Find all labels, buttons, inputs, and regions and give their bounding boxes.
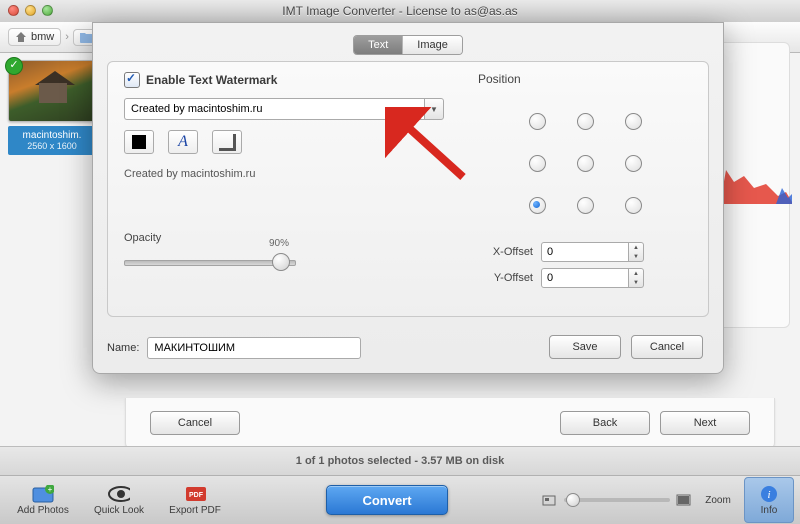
thumbnail-label: macintoshim. 2560 x 1600 bbox=[8, 126, 96, 155]
home-icon bbox=[15, 31, 27, 43]
thumbnail-filename: macintoshim. bbox=[8, 130, 96, 141]
y-offset-stepper[interactable]: ▲▼ bbox=[629, 268, 644, 288]
info-label: Info bbox=[761, 505, 778, 516]
position-middle-left[interactable] bbox=[529, 155, 546, 172]
add-photos-label: Add Photos bbox=[17, 505, 69, 516]
position-bottom-center[interactable] bbox=[577, 197, 594, 214]
thumbnail-dimensions: 2560 x 1600 bbox=[8, 141, 96, 151]
position-top-center[interactable] bbox=[577, 113, 594, 130]
export-pdf-label: Export PDF bbox=[169, 505, 221, 516]
status-bar: 1 of 1 photos selected - 3.57 MB on disk bbox=[0, 446, 800, 476]
info-icon: i bbox=[758, 485, 780, 503]
x-offset-input[interactable] bbox=[541, 242, 629, 262]
cancel-button[interactable]: Cancel bbox=[631, 335, 703, 359]
status-text: 1 of 1 photos selected - 3.57 MB on disk bbox=[296, 455, 504, 467]
zoom-control bbox=[542, 493, 692, 507]
enable-watermark-checkbox[interactable] bbox=[124, 72, 140, 88]
y-offset-label: Y-Offset bbox=[478, 272, 533, 284]
export-pdf-button[interactable]: PDF Export PDF bbox=[158, 478, 232, 522]
enable-watermark-label: Enable Text Watermark bbox=[146, 73, 277, 87]
add-photos-icon: + bbox=[32, 485, 54, 503]
watermark-text-combo[interactable]: ▼ bbox=[124, 98, 444, 120]
position-grid bbox=[478, 100, 692, 226]
position-top-right[interactable] bbox=[625, 113, 642, 130]
preset-name-input[interactable] bbox=[147, 337, 361, 359]
window-controls bbox=[8, 5, 53, 16]
wizard-button-row: Cancel Back Next bbox=[125, 398, 775, 449]
x-offset-stepper[interactable]: ▲▼ bbox=[629, 242, 644, 262]
quick-look-label: Quick Look bbox=[94, 505, 144, 516]
breadcrumb-home-label: bmw bbox=[31, 31, 54, 43]
watermark-text-input[interactable] bbox=[124, 98, 424, 120]
histogram bbox=[720, 162, 792, 204]
x-offset-label: X-Offset bbox=[478, 246, 533, 258]
window-title: IMT Image Converter - License to as@as.a… bbox=[0, 4, 800, 18]
breadcrumb-home[interactable]: bmw bbox=[8, 28, 61, 46]
name-label: Name: bbox=[107, 342, 139, 354]
photo-thumbnail[interactable]: ✓ bbox=[8, 60, 98, 122]
workspace: bmw › ✓ macintoshim. 2560 x 1600 Te bbox=[0, 22, 800, 448]
y-offset-input[interactable] bbox=[541, 268, 629, 288]
shadow-toggle-button[interactable] bbox=[212, 130, 242, 154]
zoom-out-icon[interactable] bbox=[542, 493, 558, 507]
svg-text:+: + bbox=[48, 485, 53, 494]
wizard-cancel-button[interactable]: Cancel bbox=[150, 411, 240, 435]
convert-button[interactable]: Convert bbox=[326, 485, 448, 515]
watermark-preview-text: Created by macintoshim.ru bbox=[124, 168, 444, 180]
opacity-slider-track[interactable] bbox=[124, 260, 296, 266]
zoom-slider[interactable] bbox=[564, 498, 670, 502]
wizard-next-button[interactable]: Next bbox=[660, 411, 750, 435]
bottom-toolbar: + Add Photos Quick Look PDF Export PDF C… bbox=[0, 476, 800, 524]
zoom-slider-knob[interactable] bbox=[566, 493, 580, 507]
svg-text:i: i bbox=[767, 489, 770, 501]
zoom-window-button[interactable] bbox=[42, 5, 53, 16]
tab-text[interactable]: Text bbox=[354, 36, 403, 54]
zoom-label-group: Zoom bbox=[694, 478, 742, 522]
opacity-slider-knob[interactable] bbox=[272, 253, 290, 271]
watermark-sheet: Text Image Enable Text Watermark ▼ A bbox=[92, 22, 724, 374]
window-titlebar: IMT Image Converter - License to as@as.a… bbox=[0, 0, 800, 23]
eye-icon bbox=[108, 485, 130, 503]
chevron-right-icon: › bbox=[65, 31, 69, 43]
minimize-window-button[interactable] bbox=[25, 5, 36, 16]
position-middle-center[interactable] bbox=[577, 155, 594, 172]
opacity-value: 90% bbox=[269, 238, 289, 249]
font-picker-button[interactable]: A bbox=[168, 130, 198, 154]
position-bottom-right[interactable] bbox=[625, 197, 642, 214]
position-bottom-left[interactable] bbox=[529, 197, 546, 214]
position-label: Position bbox=[478, 72, 692, 86]
zoom-in-icon[interactable] bbox=[676, 493, 692, 507]
checkmark-badge-icon: ✓ bbox=[5, 57, 23, 75]
zoom-label: Zoom bbox=[705, 495, 731, 506]
close-window-button[interactable] bbox=[8, 5, 19, 16]
sheet-content-box: Enable Text Watermark ▼ A Created by mac… bbox=[107, 61, 709, 317]
save-button[interactable]: Save bbox=[549, 335, 621, 359]
pdf-icon: PDF bbox=[184, 485, 206, 503]
tab-image[interactable]: Image bbox=[403, 36, 462, 54]
add-photos-button[interactable]: + Add Photos bbox=[6, 478, 80, 522]
thumbnail-sidebar: ✓ macintoshim. 2560 x 1600 bbox=[8, 60, 104, 155]
text-color-swatch[interactable] bbox=[124, 130, 154, 154]
combo-dropdown-arrow-icon[interactable]: ▼ bbox=[424, 98, 444, 120]
svg-text:PDF: PDF bbox=[189, 492, 204, 499]
position-top-left[interactable] bbox=[529, 113, 546, 130]
info-button[interactable]: i Info bbox=[744, 477, 794, 523]
tab-segmented-control: Text Image bbox=[93, 35, 723, 55]
quick-look-button[interactable]: Quick Look bbox=[82, 478, 156, 522]
wizard-back-button[interactable]: Back bbox=[560, 411, 650, 435]
position-middle-right[interactable] bbox=[625, 155, 642, 172]
